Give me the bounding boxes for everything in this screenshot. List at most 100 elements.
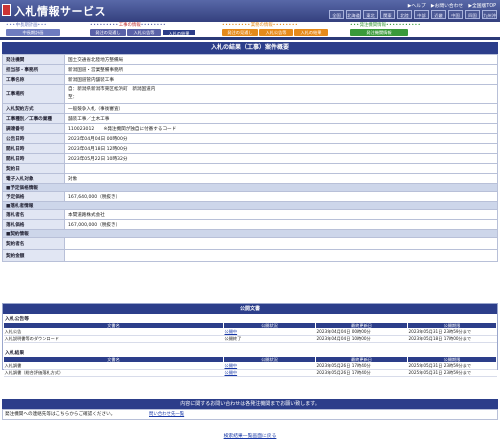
menu-button-services-outlook[interactable]: 発注の見通し xyxy=(222,29,258,36)
menu-button-services-result[interactable]: 入札の結果 xyxy=(294,29,328,36)
row-label: 落札価格 xyxy=(2,219,65,230)
doc-updated: 2023年05月26日 17時40分 xyxy=(315,362,408,370)
table-row: 入札説明書等のダウンロード 公開終了 2023年04月04日 10時00分 20… xyxy=(3,335,497,343)
doc-updated: 2023年05月26日 17時40分 xyxy=(315,369,408,377)
row-label: 工事種別／工事の業種 xyxy=(2,113,65,124)
doc-period: 2025年05月31日 23時59分まで xyxy=(407,369,497,377)
row-label: 発注機関 xyxy=(2,54,65,65)
doc-table-notice: 文書名 公開状況 最終更新日 公開期限 入札公告 公開中 2023年04月04日… xyxy=(3,322,497,343)
doc-group-title: 入札結果 xyxy=(5,351,25,356)
row-value: 自：新潟県新潟市東区松浜町 新潟国道内 至： xyxy=(64,84,498,104)
row-label: 工事場所 xyxy=(2,84,65,104)
doc-group-title: 入札公告等 xyxy=(5,317,29,322)
table-row: 落札者名 本間道路株式会社 xyxy=(2,209,498,220)
menu-caption: •••••••••業務の情報•••••••• xyxy=(222,23,299,28)
table-row: 入札公告 公開中 2023年04月04日 00時00分 2023年05月31日 … xyxy=(3,328,497,336)
doc-status: 公開終了 xyxy=(223,335,316,343)
row-value: 110023012 ※発注機関が独自に付番するコード xyxy=(64,123,498,134)
menu-button-agencies[interactable]: 発注機関情報 xyxy=(350,29,408,36)
row-label: 公告日時 xyxy=(2,133,65,144)
menu-group-works: •••••••••工事の情報•••••••• 発注の見通し 入札公告等 入札の結… xyxy=(90,23,196,36)
page: 入札情報サービス ▶ヘルプ ▶お問い合わせ ▶全国版TOP 全国 北海道 東北 … xyxy=(0,0,500,448)
menu-divider xyxy=(0,37,500,40)
row-value: 2023年04月04日 00時00分 xyxy=(64,133,498,144)
table-row: 契約日 xyxy=(2,163,498,174)
help-link[interactable]: ▶ヘルプ xyxy=(408,2,426,9)
region-tab[interactable]: 関東 xyxy=(380,10,395,19)
doc-updated: 2023年04月04日 00時00分 xyxy=(315,328,408,336)
menu-caption: •••••••••工事の情報•••••••• xyxy=(90,23,167,28)
row-value: 本間道路株式会社 xyxy=(64,209,498,220)
doc-name: 入札調書 xyxy=(3,362,224,370)
table-row: 入札契約方式 一般競争入札（事後審査） xyxy=(2,103,498,114)
row-label: 契約者名 xyxy=(2,237,65,250)
site-title[interactable]: 入札情報サービス xyxy=(14,3,106,19)
row-value: 国土交通省北陸地方整備局 xyxy=(64,54,498,65)
category-row: ■予定価格情報 xyxy=(2,183,498,192)
table-row: 工事種別／工事の業種 舗装工事／土木工事 xyxy=(2,113,498,124)
table-row: 電子入札対象 対象 xyxy=(2,173,498,184)
logo-icon xyxy=(2,4,11,16)
row-value: 167,000,000（税抜き） xyxy=(64,219,498,230)
region-tab[interactable]: 中国 xyxy=(448,10,463,19)
table-row: 開札日時 2023年05月22日 10時32分 xyxy=(2,153,498,164)
detail-table: 発注機関 国土交通省北陸地方整備局 担当部・事務所 新潟国道・営業整備事務所 工事名… xyxy=(2,54,498,262)
doc-updated: 2023年04月04日 10時00分 xyxy=(315,335,408,343)
menu-group-agencies: •••発注機関情報••••••••••• 発注機関情報 xyxy=(350,23,421,36)
doc-status-link[interactable]: 公開中 xyxy=(225,329,238,334)
row-label: 開札日時 xyxy=(2,153,65,164)
contact-row: 発注機関への連絡先等はこちらからご確認ください。 問い合わせ先一覧 xyxy=(2,409,498,420)
winner-section-title: ■落札者情報 xyxy=(2,201,498,210)
category-row: ■落札者情報 xyxy=(2,201,498,210)
table-row: 公告日時 2023年04月04日 00時00分 xyxy=(2,133,498,144)
table-row: 工事場所 自：新潟県新潟市東区松浜町 新潟国道内 至： xyxy=(2,84,498,104)
region-tab[interactable]: 四国 xyxy=(465,10,480,19)
region-tab[interactable]: 北海道 xyxy=(346,10,361,19)
row-value: 一般競争入札（事後審査） xyxy=(64,103,498,114)
region-tab[interactable]: 東北 xyxy=(363,10,378,19)
doc-table-result: 文書名 公開状況 最終更新日 公開期限 入札調書 公開中 2023年05月26日… xyxy=(3,356,497,377)
row-label: 契約金額 xyxy=(2,249,65,262)
price-section-title: ■予定価格情報 xyxy=(2,183,498,192)
row-value: 新潟国道・営業整備事務所 xyxy=(64,64,498,75)
table-row: 契約者名 xyxy=(2,237,498,250)
doc-status-link[interactable]: 公開中 xyxy=(225,370,238,375)
menu-group-plan: •••中長期計画••• 中長期計画 xyxy=(6,23,60,36)
row-value xyxy=(64,237,498,250)
region-tab[interactable]: 近畿 xyxy=(431,10,446,19)
menu-group-services: •••••••••業務の情報•••••••• 発注の見通し 入札公告等 入札の結… xyxy=(222,23,328,36)
table-row: 入札調書（総合評価落札方式） 公開中 2023年05月26日 17時40分 20… xyxy=(3,369,497,377)
detail-title: 入札の結果（工事）案件概要 xyxy=(2,42,498,54)
row-label: 落札者名 xyxy=(2,209,65,220)
row-label: 入札契約方式 xyxy=(2,103,65,114)
national-top-link[interactable]: ▶全国版TOP xyxy=(468,2,496,9)
table-row: 担当部・事務所 新潟国道・営業整備事務所 xyxy=(2,64,498,75)
region-tab[interactable]: 中部 xyxy=(414,10,429,19)
menu-button-works-notice[interactable]: 入札公告等 xyxy=(127,29,161,36)
row-value: 舗装工事／土木工事 xyxy=(64,113,498,124)
menu-button-works-outlook[interactable]: 発注の見通し xyxy=(90,29,126,36)
table-row: 調達番号 110023012 ※発注機関が独自に付番するコード xyxy=(2,123,498,134)
back-to-results-link[interactable]: 検索結果一覧画面に戻る xyxy=(224,434,277,439)
menu-button-works-result[interactable]: 入札の結果 xyxy=(162,29,196,36)
table-row: 発注機関 国土交通省北陸地方整備局 xyxy=(2,54,498,65)
table-row: 予定価格 167,640,000（税抜き） xyxy=(2,191,498,202)
menu-caption: •••発注機関情報••••••••••• xyxy=(350,23,422,28)
table-row: 工事名称 新潟国道管内舗装工事 xyxy=(2,74,498,85)
doc-status-link[interactable]: 公開中 xyxy=(225,363,238,368)
inquiry-link[interactable]: ▶お問い合わせ xyxy=(431,2,463,9)
header: 入札情報サービス ▶ヘルプ ▶お問い合わせ ▶全国版TOP 全国 北海道 東北 … xyxy=(0,0,500,27)
row-value: 新潟国道管内舗装工事 xyxy=(64,74,498,85)
menu-button-plan[interactable]: 中長期計画 xyxy=(6,29,60,36)
region-tab[interactable]: 九州沖縄 xyxy=(482,10,497,27)
documents-panel: 公開文書 入札公告等 文書名 公開状況 最終更新日 公開期限 入札公告 公開中 … xyxy=(2,303,498,377)
row-label: 予定価格 xyxy=(2,191,65,202)
menu-button-services-notice[interactable]: 入札公告等 xyxy=(259,29,293,36)
region-tab[interactable]: 全国 xyxy=(329,10,344,19)
table-row: 契約金額 xyxy=(2,249,498,262)
region-tab[interactable]: 北陸 xyxy=(397,10,412,19)
row-value: 2023年05月22日 10時32分 xyxy=(64,153,498,164)
contact-list-link[interactable]: 問い合わせ先一覧 xyxy=(149,410,184,420)
row-label: 担当部・事務所 xyxy=(2,64,65,75)
documents-title: 公開文書 xyxy=(3,304,497,314)
